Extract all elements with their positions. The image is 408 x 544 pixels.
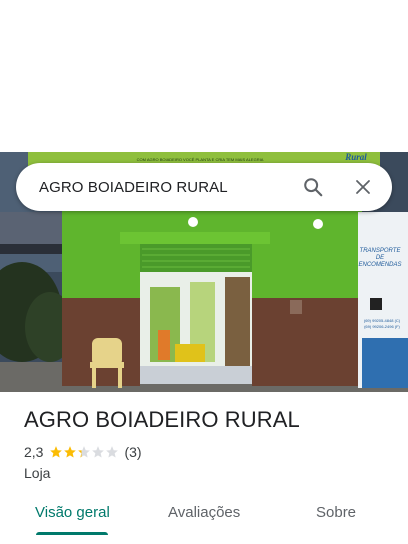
search-query[interactable]: AGRO BOIADEIRO RURAL — [39, 179, 300, 196]
close-icon[interactable] — [350, 174, 376, 200]
photo-side-sign-3: ENCOMENDAS — [358, 262, 401, 268]
tab-reviews[interactable]: Avaliações — [168, 504, 240, 521]
star-icon — [106, 446, 119, 458]
photo-phone-2: (69) 99206-2496 (F) — [364, 324, 400, 329]
star-icon — [78, 446, 91, 458]
search-bar[interactable]: AGRO BOIADEIRO RURAL — [16, 163, 392, 211]
star-icon — [92, 446, 105, 458]
tab-overview[interactable]: Visão geral — [35, 504, 110, 521]
rating-stars — [49, 445, 119, 459]
photo-side-sign-2: DE — [376, 255, 385, 261]
review-count[interactable]: (3) — [124, 444, 141, 460]
rating-row[interactable]: 2,3 (3) — [24, 444, 142, 460]
search-icon[interactable] — [300, 174, 326, 200]
star-icon — [50, 446, 63, 458]
tab-active-indicator — [36, 532, 108, 535]
tab-about[interactable]: Sobre — [316, 504, 356, 521]
photo-phone-1: (69) 99205-4848 (C) — [364, 318, 401, 323]
photo-sign-brand: Rural — [344, 152, 367, 162]
photo-side-sign-1: TRANSPORTE — [360, 248, 402, 254]
tab-bar: Visão geral Avaliações Sobre — [0, 494, 408, 538]
place-title: AGRO BOIADEIRO RURAL — [24, 407, 300, 432]
place-category: Loja — [24, 465, 51, 481]
rating-value: 2,3 — [24, 444, 44, 460]
star-icon — [64, 446, 77, 458]
photo-sign-top: COM AGRO BOIADEIRO VOCÊ PLANTA E CRIA TE… — [137, 157, 264, 162]
